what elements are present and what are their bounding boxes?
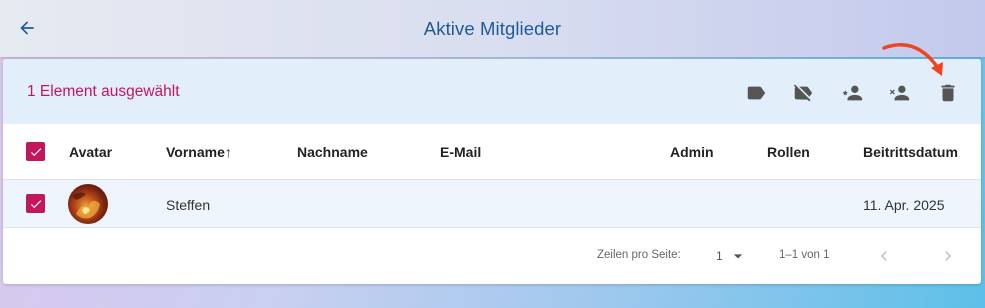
chevron-right-icon — [945, 251, 952, 261]
row-checkbox[interactable] — [26, 194, 45, 213]
page-range: 1–1 von 1 — [779, 249, 830, 261]
assign-role-button[interactable] — [841, 81, 865, 105]
label-off-icon — [793, 84, 813, 102]
avatar — [68, 184, 108, 224]
column-header-nachname[interactable]: Nachname — [297, 144, 368, 160]
column-header-rollen[interactable]: Rollen — [767, 144, 810, 160]
column-header-avatar: Avatar — [69, 144, 113, 160]
remove-label-button[interactable] — [791, 81, 815, 105]
dropdown-arrow-icon — [733, 254, 743, 259]
person-star-icon — [842, 85, 863, 101]
label-icon — [747, 86, 766, 100]
cell-vorname: Steffen — [166, 197, 211, 213]
column-header-admin[interactable]: Admin — [670, 144, 714, 160]
page-title: Aktive Mitglieder — [423, 18, 562, 39]
column-header-vorname[interactable]: Vorname↑ — [166, 144, 232, 160]
delete-icon — [941, 84, 955, 102]
delete-button[interactable] — [936, 81, 960, 105]
rows-per-page-value: 1 — [716, 249, 723, 263]
person-remove-icon — [889, 85, 910, 101]
selection-count: 1 Element ausgewählt — [27, 83, 180, 100]
previous-page-button[interactable] — [872, 244, 896, 268]
members-table-card: 1 Element ausgewählt Avatar Vorname↑ Nac… — [3, 59, 981, 284]
pagination: Zeilen pro Seite: 1 1–1 von 1 — [3, 228, 981, 284]
sort-arrow-icon: ↑ — [224, 144, 232, 160]
column-header-email[interactable]: E-Mail — [440, 144, 481, 160]
column-header-label: Vorname — [166, 144, 225, 160]
table-row[interactable]: Steffen 11. Apr. 2025 — [3, 180, 981, 228]
cell-beitrittsdatum: 11. Apr. 2025 — [863, 197, 945, 213]
app-bar: Aktive Mitglieder — [0, 0, 985, 57]
check-icon — [30, 199, 41, 208]
next-page-button[interactable] — [936, 244, 960, 268]
column-header-beitrittsdatum[interactable]: Beitrittsdatum — [863, 144, 958, 160]
chevron-left-icon — [880, 251, 887, 261]
selection-toolbar: 1 Element ausgewählt — [3, 59, 981, 124]
label-button[interactable] — [744, 81, 768, 105]
table-header: Avatar Vorname↑ Nachname E-Mail Admin Ro… — [3, 124, 981, 180]
select-all-checkbox[interactable] — [26, 142, 45, 161]
check-icon — [30, 147, 41, 156]
rows-per-page-select[interactable]: 1 — [715, 246, 755, 266]
remove-role-button[interactable] — [888, 81, 912, 105]
rows-per-page-label: Zeilen pro Seite: — [597, 249, 681, 261]
